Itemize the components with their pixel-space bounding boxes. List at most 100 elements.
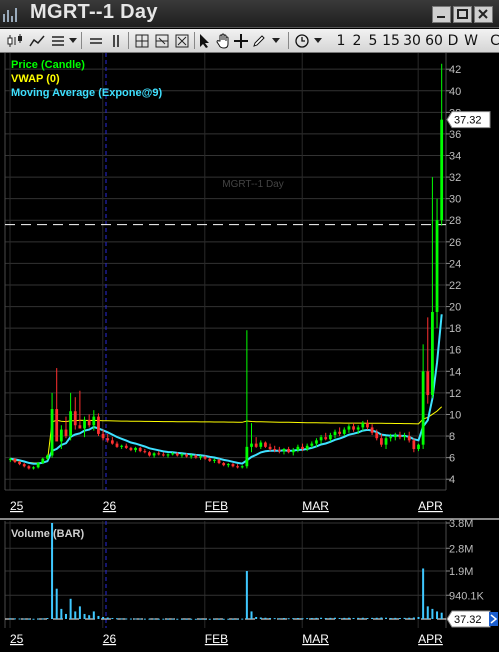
maximize-button[interactable] (453, 6, 472, 23)
interval-day-button[interactable]: D (446, 31, 460, 50)
candlestick-icon (7, 33, 22, 47)
crosshair-tool-button[interactable] (232, 31, 250, 50)
line-style-icon (29, 35, 45, 46)
volume-bar (426, 606, 429, 619)
volume-bar (231, 618, 234, 620)
close-icon (478, 9, 488, 19)
volume-bar (41, 618, 44, 620)
volume-bar (334, 617, 336, 619)
interval-week-button[interactable]: W (462, 31, 480, 50)
pointer-tool-button[interactable] (196, 31, 214, 50)
volume-bar (315, 617, 318, 619)
vertical-split-button[interactable] (106, 31, 126, 50)
pan-tool-button[interactable] (214, 31, 232, 50)
volume-bar (32, 618, 35, 620)
volume-bar (431, 608, 434, 619)
volume-bar (218, 618, 221, 620)
volume-bar (250, 611, 253, 619)
date-tick-label: 26 (103, 499, 117, 513)
price-tick-label: 14 (449, 366, 461, 378)
volume-bar (92, 611, 95, 619)
volume-bar (194, 618, 197, 620)
chart-type-button[interactable] (4, 31, 26, 50)
volume-bar (361, 617, 364, 619)
draw-tool-dropdown[interactable] (270, 31, 282, 50)
price-tick-label: 36 (449, 129, 461, 141)
chart-style-button[interactable] (27, 31, 47, 50)
volume-bar (436, 611, 439, 619)
volume-bar (269, 617, 272, 619)
volume-bar (102, 616, 105, 619)
indicators-button[interactable] (48, 31, 68, 50)
volume-bar (69, 598, 72, 619)
arrow-cursor-icon (200, 33, 209, 48)
volume-bar (394, 617, 397, 619)
horizontal-split-button[interactable] (86, 31, 106, 50)
price-tick-label: 6 (449, 453, 455, 465)
volume-bar (125, 618, 128, 620)
price-tick-label: 20 (449, 302, 461, 314)
price-pane[interactable]: MGRT--1 Day 4 6 8 10 12 14 16 18 20 22 24 26 28 30 32 3… (0, 53, 499, 519)
date-tick-label: FEB (205, 632, 228, 646)
more-intervals-button[interactable]: C (487, 31, 499, 50)
zoom-in-button[interactable] (132, 31, 152, 50)
title-bar: MGRT--1 Day (0, 0, 499, 28)
price-tick-label: 10 (449, 409, 461, 421)
price-tick-label: 28 (449, 215, 461, 227)
volume-bar (180, 618, 183, 620)
interval-5-button[interactable]: 5 (366, 31, 380, 50)
volume-bar (227, 618, 230, 620)
zoom-fit-button[interactable] (172, 31, 192, 50)
price-candle (97, 413, 100, 437)
volume-bar (171, 618, 174, 620)
volume-bar (9, 618, 12, 620)
draw-tool-button[interactable] (250, 31, 268, 50)
time-settings-dropdown[interactable] (312, 31, 324, 50)
volume-tick-label: 940.1K (449, 590, 485, 602)
volume-bar (55, 588, 58, 619)
interval-2-button[interactable]: 2 (350, 31, 364, 50)
price-tick-label: 12 (449, 388, 461, 400)
volume-tick-label: 2.8M (449, 543, 473, 555)
chart-app-icon (3, 8, 17, 22)
volume-bar (440, 612, 443, 619)
volume-bar (37, 618, 40, 620)
interval-1-button[interactable]: 1 (334, 31, 348, 50)
price-tick-label: 16 (449, 345, 461, 357)
volume-pane[interactable]: Volume (BAR) 3.8M 2.8M 1.9M 940.1K 25 26 FEB M… (4, 518, 498, 646)
price-tick-label: 24 (449, 258, 461, 270)
maximize-icon (457, 9, 468, 19)
price-tick-label: 30 (449, 194, 461, 206)
price-tick-label: 8 (449, 431, 455, 443)
volume-bar (18, 618, 21, 620)
date-tick-label: 26 (103, 632, 117, 646)
volume-bar (106, 617, 109, 619)
time-settings-button[interactable] (292, 31, 312, 50)
zoom-out-button[interactable] (152, 31, 172, 50)
close-button[interactable] (474, 6, 493, 23)
window-title: MGRT--1 Day (30, 1, 158, 23)
volume-bar (111, 617, 114, 619)
volume-bar (51, 523, 54, 619)
interval-60-button[interactable]: 60 (424, 31, 444, 50)
pencil-icon (253, 34, 265, 47)
legend-price: Price (Candle) (11, 59, 85, 71)
date-tick-label: MAR (302, 499, 329, 513)
indicators-dropdown[interactable] (68, 31, 78, 50)
minimize-button[interactable] (432, 6, 451, 23)
volume-bar (176, 618, 179, 620)
volume-bar (352, 617, 355, 619)
minimize-icon (437, 16, 445, 18)
dropdown-arrow-icon (272, 37, 280, 43)
volume-bar (139, 618, 142, 620)
chart-watermark: MGRT--1 Day (222, 179, 284, 190)
volume-bar (296, 617, 299, 619)
date-tick-label: FEB (205, 499, 228, 513)
volume-bar (27, 618, 30, 620)
interval-15-button[interactable]: 15 (381, 31, 401, 50)
last-price-tag: 37.32 (446, 111, 491, 129)
volume-bar (241, 618, 244, 620)
volume-bar (389, 617, 392, 619)
volume-bar (371, 617, 374, 619)
interval-30-button[interactable]: 30 (402, 31, 422, 50)
